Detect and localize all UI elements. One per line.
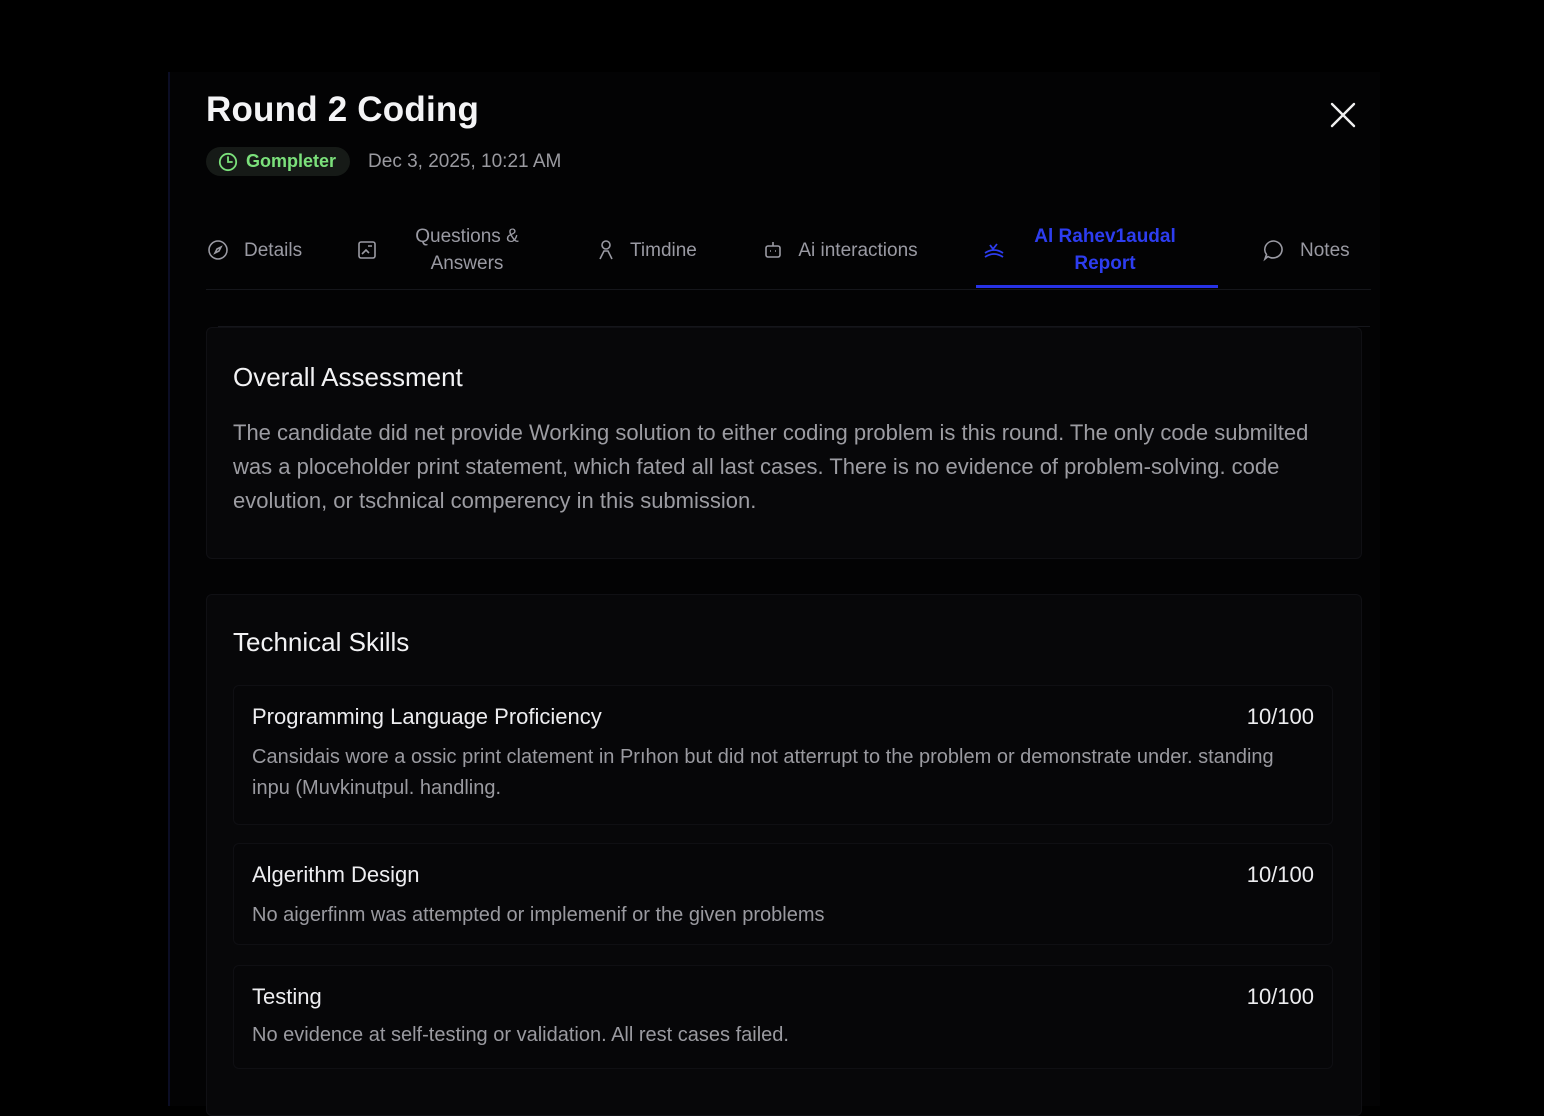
report-icon [984, 243, 1004, 258]
meta-row: Gompleter Dec 3, 2025, 10:21 AM [206, 147, 561, 176]
person-icon [599, 240, 613, 260]
robot-icon [765, 242, 781, 258]
skill-name: Programming Language Proficiency [252, 704, 602, 729]
tab-bar: Details Questions & Answers Timdine Ai i… [200, 212, 1370, 290]
session-date: Dec 3, 2025, 10:21 AM [368, 150, 562, 172]
close-button[interactable] [1328, 100, 1358, 130]
skill-description: No aigerfinm was attempted or implemenif… [252, 904, 825, 926]
skill-item: Algerithm Design 10/100 No aigerfinm was… [233, 843, 1333, 945]
skill-item: Programming Language Proficiency 10/100 … [233, 685, 1333, 825]
report-panel: Round 2 Coding Gompleter Dec 3, 2025, 10… [168, 72, 1380, 1116]
status-badge: Gompleter [206, 147, 351, 176]
tab-label: Al Rahev1audal Report [1034, 226, 1176, 274]
tab-label: Notes [1300, 239, 1350, 261]
skill-score: 10/100 [1246, 704, 1314, 729]
assessment-text: The candidate did net provide Working so… [233, 420, 1309, 513]
tab-questions-answers[interactable]: Questions & Answers [356, 212, 542, 288]
tab-ai-report[interactable]: Al Rahev1audal Report [976, 212, 1218, 288]
skill-item: Testing 10/100 No evidence at self-testi… [233, 965, 1333, 1069]
close-icon [1330, 102, 1356, 128]
tab-label: Questions & Answers [415, 226, 519, 274]
tab-divider [206, 289, 1371, 290]
chat-bubble-icon [1263, 240, 1283, 262]
technical-skills-heading: Technical Skills [233, 627, 410, 657]
tab-ai-interactions[interactable]: Ai interactions [762, 212, 918, 288]
tab-details[interactable]: Details [206, 212, 302, 288]
skill-score: 10/100 [1246, 984, 1314, 1009]
technical-skills-card: Technical Skills Programming Language Pr… [206, 594, 1362, 1116]
skill-name: Algerithm Design [252, 862, 420, 887]
tab-label: Details [244, 239, 303, 261]
compass-icon [208, 240, 228, 260]
overall-assessment-card: Overall Assessment The candidate did net… [206, 327, 1362, 559]
status-label: Gompleter [246, 151, 337, 171]
page-title: Round 2 Coding [206, 90, 480, 129]
skill-description: No evidence at self-testing or validatio… [252, 1024, 789, 1046]
skill-name: Testing [252, 984, 322, 1009]
tab-timeline[interactable]: Timdine [596, 212, 697, 288]
assessment-heading: Overall Assessment [233, 362, 463, 392]
skill-description: Cansidais wore a ossic print clatement i… [252, 746, 1274, 799]
tab-label: Ai interactions [798, 239, 918, 261]
skill-score: 10/100 [1246, 862, 1314, 887]
tab-label: Timdine [630, 239, 697, 261]
image-edit-icon [358, 241, 376, 259]
tab-notes[interactable]: Notes [1262, 212, 1350, 288]
clock-check-icon [218, 152, 238, 171]
